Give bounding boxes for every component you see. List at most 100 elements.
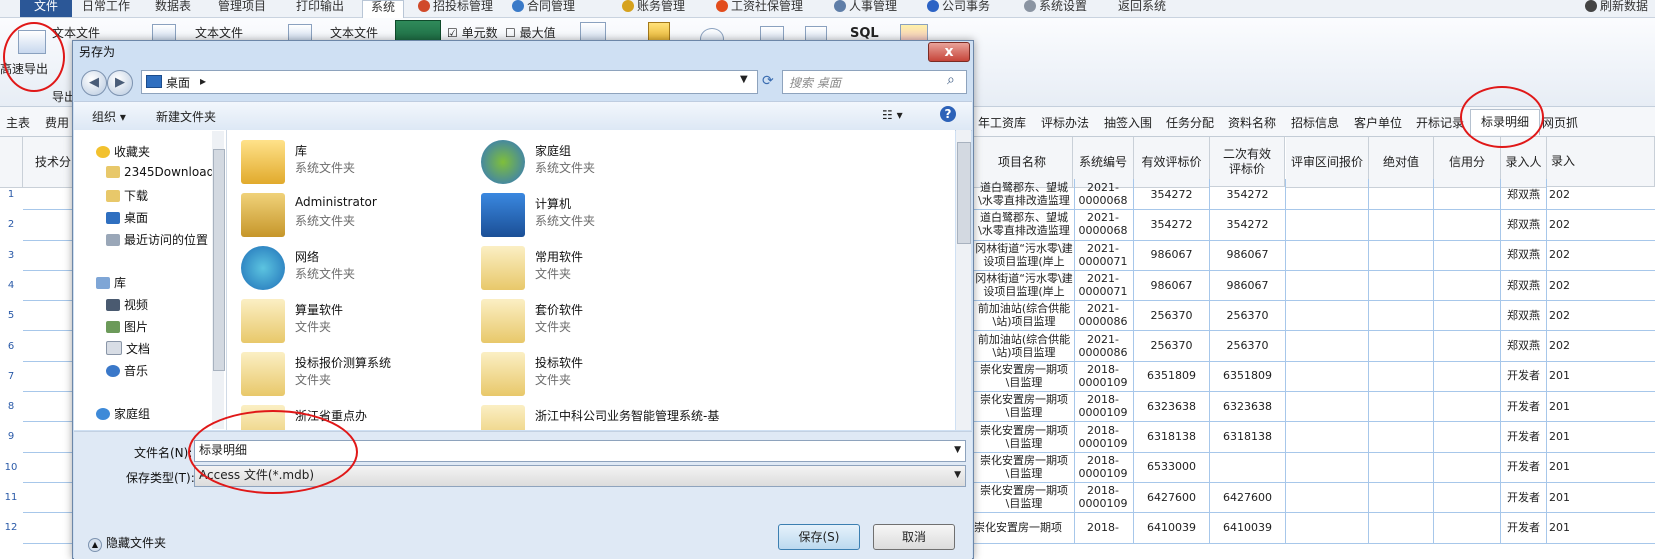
menu-payroll[interactable]: 工资社保管理 <box>716 0 803 17</box>
grid-cell-user[interactable]: 郑双燕 <box>1501 269 1547 302</box>
row-number[interactable]: 8 <box>0 401 22 412</box>
file-scroll-thumb[interactable] <box>957 142 971 244</box>
grid-cell-credit[interactable] <box>1434 179 1501 211</box>
grid-cell-credit[interactable] <box>1434 421 1501 453</box>
grid-cell-name[interactable]: 冈林街道“污水零\建设项目监理(岸上 <box>972 269 1075 302</box>
grid-cell-abs[interactable] <box>1369 360 1434 393</box>
grid-cell-user[interactable]: 郑双燕 <box>1501 300 1547 332</box>
nav-scrollbar[interactable] <box>212 131 225 429</box>
grid-cell-name[interactable]: 前加油站(综合供能\站)项目监理 <box>972 300 1075 332</box>
grid-cell-price2[interactable]: 6427600 <box>1210 482 1286 514</box>
grid-cell-range[interactable] <box>1286 512 1369 544</box>
grid-cell-extra[interactable]: 202 <box>1547 209 1655 241</box>
ribbon-text-file-3[interactable]: 文本文件 <box>330 24 378 41</box>
max-value-checkbox[interactable]: ☐ 最大值 <box>505 24 556 41</box>
grid-cell-abs[interactable] <box>1369 451 1434 483</box>
nav-downloads[interactable]: 下载 <box>106 187 148 204</box>
dialog-close-button[interactable]: x <box>928 42 970 62</box>
grid-cell-extra[interactable]: 201 <box>1547 452 1655 483</box>
grid-cell-user[interactable]: 郑双燕 <box>1501 179 1547 211</box>
file-scrollbar[interactable] <box>956 130 971 430</box>
grid-cell-code[interactable]: 2018- 0000109 <box>1073 391 1134 423</box>
grid-cell-price2[interactable]: 986067 <box>1210 239 1286 271</box>
grid-cell-range[interactable] <box>1286 269 1369 302</box>
grid-cell-name[interactable]: 道白鹭郡东、望城\水零直排改造监理 <box>972 209 1075 241</box>
menu-return[interactable]: 返回系统 <box>1118 0 1166 17</box>
grid-cell-price2[interactable]: 6410039 <box>1210 512 1286 544</box>
save-button[interactable]: 保存(S) <box>778 524 860 550</box>
grid-cell-price[interactable]: 986067 <box>1134 269 1210 302</box>
file-item[interactable]: 套价软件 文件夹 <box>481 297 711 349</box>
grid-cell-price[interactable]: 256370 <box>1134 300 1210 332</box>
search-field[interactable]: 搜索 桌面 ⌕ <box>782 70 967 94</box>
search-icon[interactable]: ⌕ <box>947 72 955 88</box>
grid-cell-extra[interactable]: 202 <box>1547 240 1655 271</box>
address-field[interactable]: 桌面 ▸ ▼ <box>141 70 758 94</box>
grid-cell-range[interactable] <box>1286 330 1369 362</box>
hide-folders-toggle[interactable]: ▲ 隐藏文件夹 <box>88 534 166 552</box>
grid-cell-abs[interactable] <box>1369 269 1434 302</box>
forward-button[interactable]: ▶ <box>107 70 133 96</box>
row-number[interactable]: 9 <box>0 431 22 442</box>
grid-cell-price[interactable]: 6323638 <box>1134 391 1210 423</box>
grid-cell-credit[interactable] <box>1434 482 1501 514</box>
grid-cell-abs[interactable] <box>1369 209 1434 241</box>
grid-cell-user[interactable]: 开发者 <box>1501 512 1547 544</box>
grid-cell-price2[interactable]: 256370 <box>1210 300 1286 332</box>
nav-scroll-thumb[interactable] <box>213 149 225 371</box>
grid-cell-code[interactable]: 2021- 0000071 <box>1073 269 1134 302</box>
nav-favorites[interactable]: 收藏夹 <box>96 143 150 160</box>
file-item[interactable]: 网络 系统文件夹 <box>241 244 471 296</box>
grid-cell-credit[interactable] <box>1434 300 1501 332</box>
grid-cell-code[interactable]: 2018- 0000109 <box>1073 421 1134 453</box>
grid-cell-price2[interactable]: 256370 <box>1210 330 1286 362</box>
tab-annual-wage[interactable]: 年工资库 <box>978 114 1026 131</box>
menu-print-output[interactable]: 打印输出 <box>296 0 344 17</box>
grid-cell-code[interactable]: 2021- 0000068 <box>1073 179 1134 211</box>
grid-cell-credit[interactable] <box>1434 360 1501 393</box>
grid-cell-price[interactable]: 986067 <box>1134 239 1210 271</box>
grid-cell-price2[interactable] <box>1210 451 1286 483</box>
help-icon[interactable]: ? <box>940 106 956 122</box>
file-item[interactable]: 计算机 系统文件夹 <box>481 191 711 243</box>
menu-data-table[interactable]: 数据表 <box>155 0 191 17</box>
row-number[interactable]: 2 <box>0 219 22 230</box>
tab-evaluation-method[interactable]: 评标办法 <box>1041 114 1089 131</box>
new-folder-button[interactable]: 新建文件夹 <box>156 108 216 125</box>
grid-cell-abs[interactable] <box>1369 300 1434 332</box>
grid-cell-range[interactable] <box>1286 360 1369 393</box>
row-number[interactable]: 10 <box>0 462 22 473</box>
grid-cell-abs[interactable] <box>1369 179 1434 211</box>
tab-client-unit[interactable]: 客户单位 <box>1354 114 1402 131</box>
grid-cell-price2[interactable]: 354272 <box>1210 209 1286 241</box>
menu-settings[interactable]: 系统设置 <box>1024 0 1087 17</box>
grid-cell-user[interactable]: 郑双燕 <box>1501 330 1547 362</box>
grid-cell-abs[interactable] <box>1369 330 1434 362</box>
grid-cell-name[interactable]: 崇化安置房一期项 <box>972 512 1075 544</box>
row-number[interactable]: 5 <box>0 310 22 321</box>
menu-contract[interactable]: 合同管理 <box>512 0 575 17</box>
grid-cell-code[interactable]: 2021- 0000068 <box>1073 209 1134 241</box>
tab-bid-info[interactable]: 招标信息 <box>1291 114 1339 131</box>
back-button[interactable]: ◀ <box>81 70 107 96</box>
menu-bidding[interactable]: 招投标管理 <box>418 0 493 17</box>
grid-cell-extra[interactable]: 202 <box>1547 179 1655 211</box>
ribbon-text-file-2[interactable]: 文本文件 <box>195 24 243 41</box>
grid-cell-price[interactable]: 354272 <box>1134 179 1210 211</box>
grid-cell-name[interactable]: 崇化安置房一期项\目监理 <box>972 482 1075 514</box>
grid-cell-code[interactable]: 2021- 0000086 <box>1073 330 1134 362</box>
filename-dropdown-icon[interactable]: ▼ <box>954 441 961 460</box>
cancel-button[interactable]: 取消 <box>873 524 955 550</box>
address-dropdown-icon[interactable]: ▼ <box>740 74 748 85</box>
grid-cell-name[interactable]: 道白鹭郡东、望城\水零直排改造监理 <box>972 179 1075 211</box>
grid-cell-credit[interactable] <box>1434 391 1501 423</box>
grid-cell-credit[interactable] <box>1434 269 1501 302</box>
grid-cell-extra[interactable]: 201 <box>1547 512 1655 544</box>
file-item[interactable]: 算量软件 文件夹 <box>241 297 471 349</box>
grid-cell-name[interactable]: 前加油站(综合供能\站)项目监理 <box>972 330 1075 362</box>
grid-cell-user[interactable]: 郑双燕 <box>1501 239 1547 271</box>
nav-documents[interactable]: 文档 <box>106 340 150 357</box>
grid-cell-abs[interactable] <box>1369 482 1434 514</box>
grid-cell-user[interactable]: 郑双燕 <box>1501 209 1547 241</box>
grid-cell-credit[interactable] <box>1434 330 1501 362</box>
